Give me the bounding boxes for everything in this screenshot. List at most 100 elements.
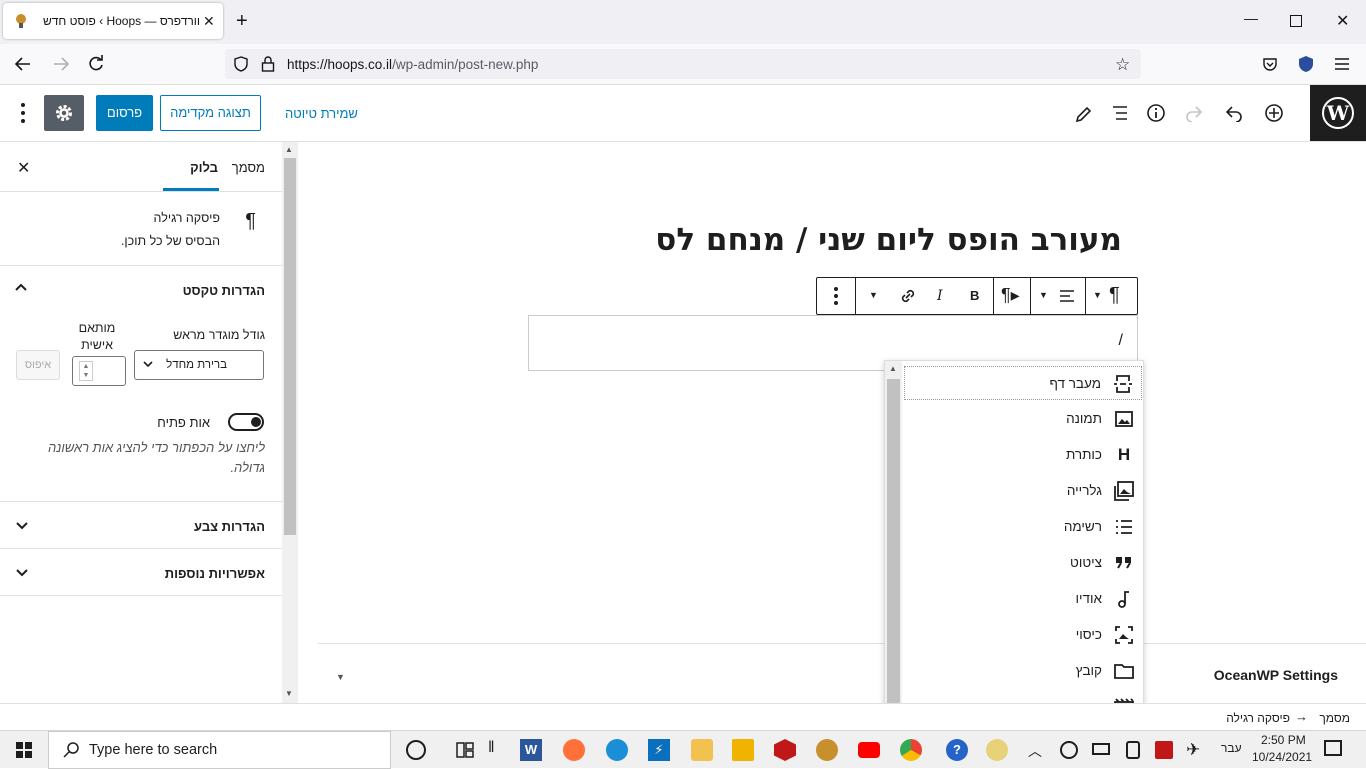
forward-icon[interactable] xyxy=(52,55,70,73)
text-direction-icon[interactable]: ¶▸ xyxy=(1001,285,1020,306)
windows-start-icon[interactable] xyxy=(16,742,32,758)
tab-block[interactable]: בלוק xyxy=(190,160,218,175)
color-settings-panel[interactable]: הגדרות צבע xyxy=(0,502,282,549)
info-icon[interactable] xyxy=(1146,103,1166,123)
airplane-icon[interactable]: ✈ xyxy=(1186,740,1208,762)
breadcrumb-document[interactable]: מסמך xyxy=(1319,711,1350,725)
inserter-item-quote[interactable]: ציטוט xyxy=(904,546,1142,580)
url-bar[interactable]: https://hoops.co.il/wp-admin/post-new.ph… xyxy=(225,49,1141,79)
onedrive-icon[interactable] xyxy=(691,739,713,761)
breadcrumb-block[interactable]: פיסקה רגילה xyxy=(1226,711,1290,725)
link-icon[interactable] xyxy=(899,287,917,305)
clock-date[interactable]: 10/24/2021 xyxy=(1252,750,1312,764)
save-draft-button[interactable]: שמירת טיוטה xyxy=(285,106,358,121)
task-view-icon[interactable] xyxy=(454,739,476,761)
inserter-item-heading[interactable]: כותרת H xyxy=(904,438,1142,472)
inserter-scrollbar[interactable]: ▲ ▼ xyxy=(885,361,902,725)
align-chevron-icon[interactable]: ▼ xyxy=(1039,290,1048,300)
inserter-item-cover[interactable]: כיסוי xyxy=(904,618,1142,652)
scroll-down-icon[interactable]: ▼ xyxy=(285,689,293,698)
sync-icon[interactable] xyxy=(1060,741,1078,759)
close-tab-icon[interactable]: ✕ xyxy=(203,13,215,30)
reload-icon[interactable] xyxy=(87,55,105,73)
chrome-icon[interactable] xyxy=(900,739,922,761)
oceanwp-settings-box[interactable]: ▼ OceanWP Settings xyxy=(318,643,1366,694)
menu-hamburger-icon[interactable] xyxy=(1334,57,1350,71)
post-title[interactable]: מעורב הופס ליום שני / מנחם לס xyxy=(655,222,1122,258)
close-window-icon[interactable]: ✕ xyxy=(1336,11,1349,31)
redo-icon[interactable] xyxy=(1184,104,1204,122)
weather-icon[interactable] xyxy=(986,739,1008,761)
taskbar-search[interactable]: Type here to search xyxy=(48,731,391,769)
pocket-icon[interactable] xyxy=(1262,56,1278,72)
align-icon[interactable] xyxy=(1059,289,1075,303)
inserter-item-page-break[interactable]: מעבר דף xyxy=(904,366,1142,400)
notification-icon[interactable] xyxy=(1324,740,1342,756)
text-settings-title[interactable]: הגדרות טקסט xyxy=(183,283,265,298)
advanced-panel[interactable]: אפשרויות נוספות xyxy=(0,549,282,596)
extension-shield-icon[interactable] xyxy=(1298,55,1314,73)
custom-size-input[interactable]: ▲ ▼ xyxy=(72,356,126,386)
new-tab-icon[interactable]: + xyxy=(236,10,248,33)
hoops-app-icon[interactable] xyxy=(816,739,838,761)
scroll-up-icon[interactable]: ▲ xyxy=(889,364,897,373)
outline-icon[interactable] xyxy=(1111,105,1129,121)
bold-icon[interactable]: B xyxy=(970,288,979,303)
minimize-icon[interactable]: — xyxy=(1244,10,1258,26)
hoops-favicon-icon xyxy=(13,13,29,29)
scrollbar-thumb[interactable] xyxy=(887,379,900,709)
edge-icon[interactable] xyxy=(606,739,628,761)
publish-button[interactable]: פרסום xyxy=(96,95,153,131)
bookmark-star-icon[interactable]: ☆ xyxy=(1115,55,1130,75)
chevron-up-icon[interactable]: ︿ xyxy=(1028,741,1050,763)
mcafee-icon[interactable] xyxy=(774,739,796,761)
help-icon[interactable]: ? xyxy=(946,739,968,761)
wordpress-logo-button[interactable]: W xyxy=(1310,85,1366,141)
firefox-icon[interactable] xyxy=(563,739,585,761)
scrollbar-thumb[interactable] xyxy=(284,158,296,535)
more-options-icon[interactable] xyxy=(18,102,28,124)
undo-icon[interactable] xyxy=(1224,104,1244,122)
inserter-item-label: קובץ xyxy=(1075,663,1102,678)
transform-chevron-icon[interactable]: ▼ xyxy=(1093,290,1102,300)
settings-button[interactable] xyxy=(44,95,84,131)
inserter-item-image[interactable]: תמונה xyxy=(904,402,1142,436)
add-block-icon[interactable] xyxy=(1264,103,1284,123)
tab-document[interactable]: מסמך xyxy=(232,160,265,175)
block-more-options[interactable] xyxy=(817,278,856,314)
drop-cap-toggle[interactable] xyxy=(228,413,264,431)
preset-size-select[interactable]: ברירת מחדל xyxy=(134,350,264,380)
security-app-icon[interactable] xyxy=(1155,741,1173,759)
app-icon[interactable]: ⚡ xyxy=(648,739,670,761)
battery-icon[interactable] xyxy=(1092,743,1110,755)
paragraph-type-icon[interactable]: ¶ xyxy=(1109,284,1120,307)
shield-icon[interactable] xyxy=(233,56,249,72)
word-icon[interactable]: W xyxy=(520,739,542,761)
clock-time[interactable]: 2:50 PM xyxy=(1261,733,1306,747)
back-icon[interactable] xyxy=(14,55,32,73)
device-icon[interactable] xyxy=(1126,741,1140,759)
number-spinner-icon[interactable]: ▲ ▼ xyxy=(79,361,93,381)
lock-icon[interactable] xyxy=(261,56,275,72)
toggle-panel-icon[interactable]: ▼ xyxy=(336,672,345,682)
reset-button[interactable]: איפוס xyxy=(16,350,60,380)
sidebar-scrollbar[interactable]: ▲ ▼ xyxy=(282,142,298,703)
browser-tab[interactable]: פוסט חדש ‹ Hoops — וורדפרס ✕ xyxy=(3,3,223,39)
file-explorer-icon[interactable] xyxy=(732,739,754,761)
inserter-item-audio[interactable]: אודיו xyxy=(904,582,1142,616)
inserter-item-gallery[interactable]: גלרייה xyxy=(904,474,1142,508)
youtube-icon[interactable] xyxy=(858,742,880,758)
close-sidebar-icon[interactable]: ✕ xyxy=(17,158,30,178)
italic-icon[interactable]: I xyxy=(937,288,943,304)
language-indicator[interactable]: עבר xyxy=(1221,741,1242,755)
chevron-up-icon[interactable] xyxy=(14,282,28,292)
inserter-item-list[interactable]: רשימה xyxy=(904,510,1142,544)
edit-mode-pencil-icon[interactable] xyxy=(1074,104,1094,124)
restore-icon[interactable] xyxy=(1290,15,1302,27)
cortana-icon[interactable] xyxy=(406,740,426,760)
inserter-item-file[interactable]: קובץ xyxy=(904,654,1142,688)
more-formats-chevron-icon[interactable]: ▼ xyxy=(869,290,878,300)
preview-button[interactable]: תצוגה מקדימה xyxy=(160,95,261,131)
url-text[interactable]: https://hoops.co.il/wp-admin/post-new.ph… xyxy=(287,57,538,72)
scroll-up-icon[interactable]: ▲ xyxy=(285,145,293,154)
